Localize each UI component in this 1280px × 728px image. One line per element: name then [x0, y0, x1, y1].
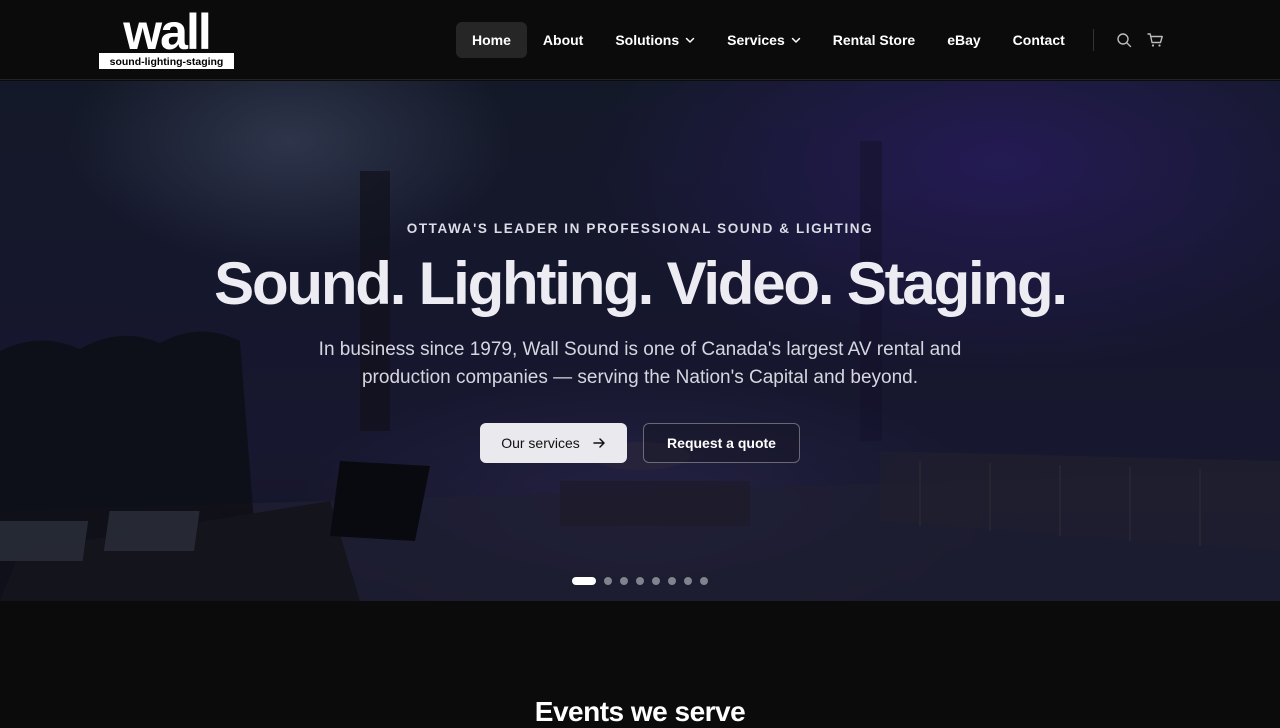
nav-solutions[interactable]: Solutions — [599, 22, 711, 58]
hero-subtext: In business since 1979, Wall Sound is on… — [318, 339, 962, 388]
cart-button[interactable] — [1142, 26, 1170, 54]
nav-about[interactable]: About — [527, 22, 599, 58]
hero-headline: Sound. Lighting. Video. Staging. — [214, 250, 1068, 317]
carousel-dot[interactable] — [572, 577, 596, 585]
our-services-button[interactable]: Our services — [480, 423, 627, 463]
search-button[interactable] — [1110, 26, 1138, 54]
main-nav: Home About Solutions Services Rental Sto… — [456, 22, 1170, 58]
our-services-label: Our services — [501, 435, 580, 451]
hero-eyebrow: OTTAWA'S LEADER IN PROFESSIONAL SOUND & … — [406, 221, 874, 236]
nav-services[interactable]: Services — [711, 22, 817, 58]
carousel-dot[interactable] — [620, 577, 628, 585]
nav-solutions-label: Solutions — [615, 32, 680, 48]
nav-rental-store-label: Rental Store — [832, 32, 916, 48]
carousel-dot[interactable] — [636, 577, 644, 585]
nav-home-label: Home — [472, 32, 511, 48]
chevron-down-icon — [791, 37, 800, 43]
nav-home[interactable]: Home — [456, 22, 527, 58]
request-quote-label: Request a quote — [667, 435, 776, 451]
nav-contact-label: Contact — [1012, 32, 1065, 48]
nav-rental-store[interactable]: Rental Store — [817, 22, 931, 58]
carousel-dot[interactable] — [652, 577, 660, 585]
carousel-dot[interactable] — [700, 577, 708, 585]
nav-services-label: Services — [727, 32, 785, 48]
search-icon — [1117, 33, 1131, 48]
hero-carousel: OTTAWA'S LEADER IN PROFESSIONAL SOUND & … — [0, 81, 1280, 601]
carousel-dots — [572, 577, 708, 585]
nav-divider — [1092, 29, 1094, 51]
chevron-down-icon — [685, 37, 695, 43]
nav-ebay-label: eBay — [947, 32, 981, 48]
logo-tagline: sound-lighting-staging — [99, 53, 234, 69]
carousel-dot[interactable] — [684, 577, 692, 585]
wall-logo[interactable]: wall sound-lighting-staging — [99, 6, 234, 69]
nav-ebay[interactable]: eBay — [931, 22, 996, 58]
request-quote-button[interactable]: Request a quote — [643, 423, 800, 463]
events-section-title: Events we serve — [534, 696, 746, 727]
cart-icon — [1147, 33, 1164, 47]
carousel-dot[interactable] — [668, 577, 676, 585]
carousel-dot[interactable] — [604, 577, 612, 585]
arrow-right-icon — [593, 438, 605, 448]
site-header: wall sound-lighting-staging Home About S… — [0, 0, 1280, 80]
nav-contact[interactable]: Contact — [997, 22, 1081, 58]
nav-about-label: About — [542, 32, 584, 48]
logo-word: wall — [123, 4, 211, 60]
